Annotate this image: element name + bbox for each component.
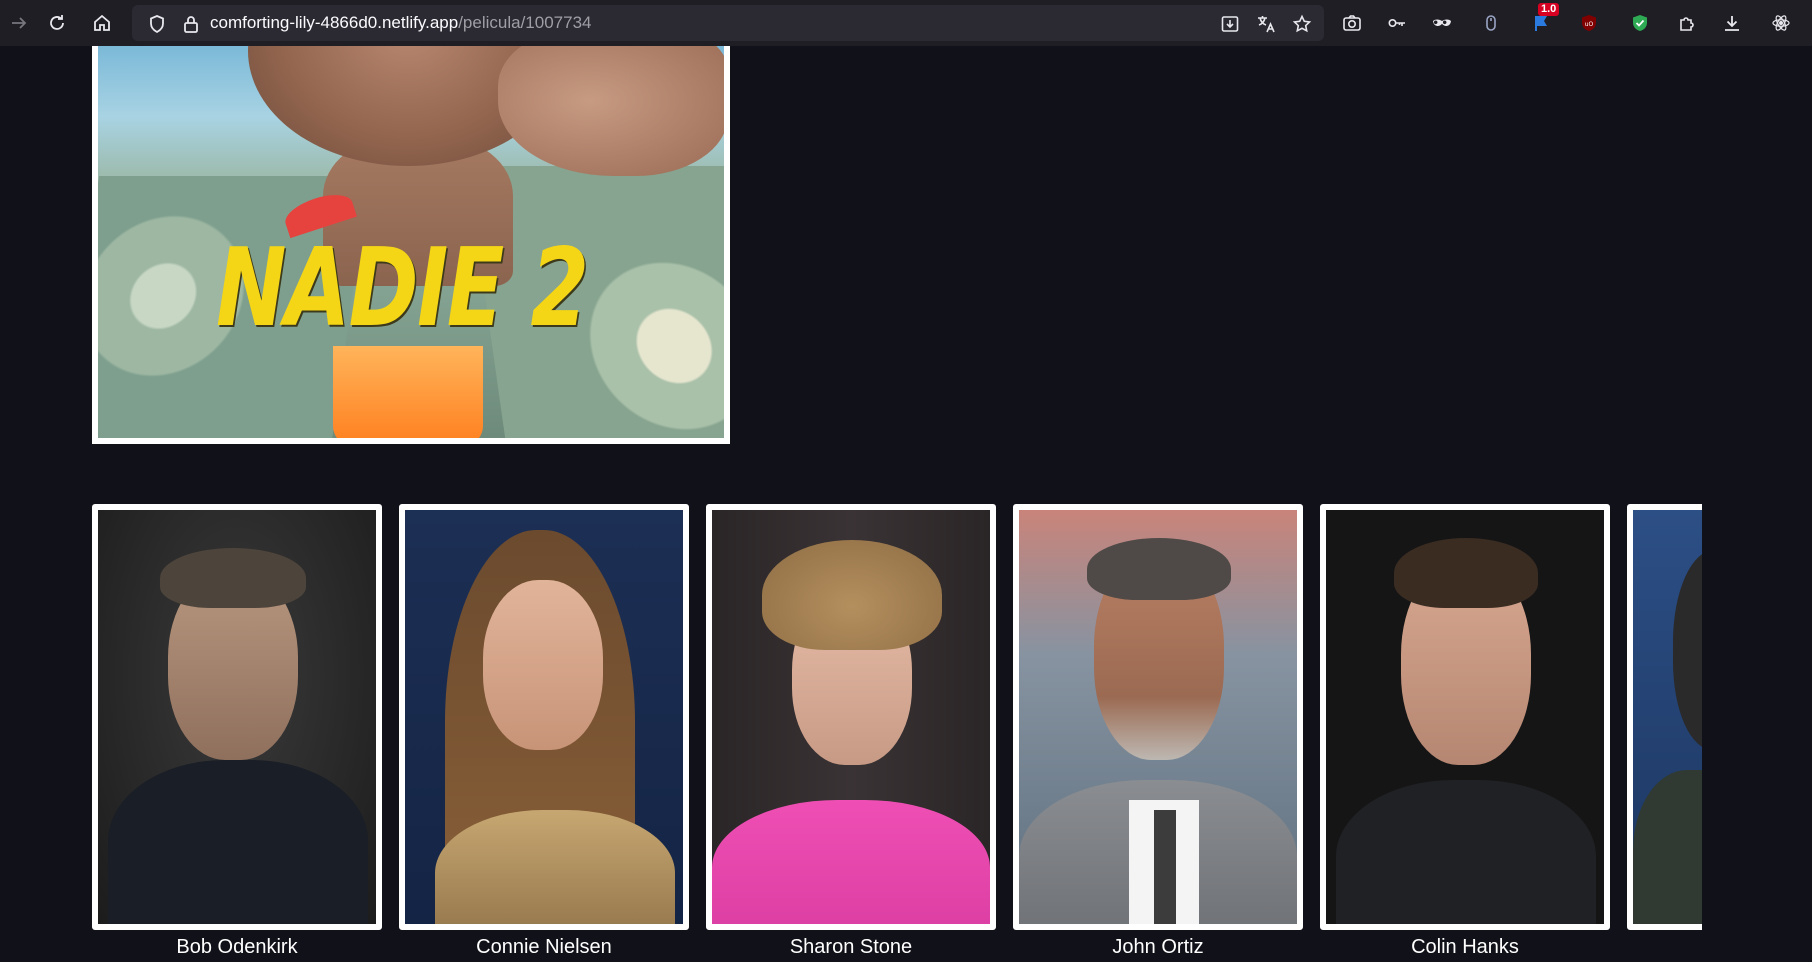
install-icon[interactable] [1212,5,1248,43]
cast-card[interactable]: John Ortiz [1013,504,1303,959]
shield-check-extension-icon[interactable] [1621,4,1659,42]
cast-name: Connie Nielsen [476,936,612,958]
cast-name: John Ortiz [1112,936,1204,958]
cast-card[interactable]: Bob Odenkirk [92,504,382,959]
poster-image: NADIE 2 [98,46,724,438]
cast-photo [1627,504,1702,930]
bookmark-star-icon[interactable] [1284,5,1320,43]
url-text[interactable]: comforting-lily-4866d0.netlify.app/pelic… [210,13,591,33]
screenshot-icon[interactable] [1333,4,1371,42]
flag-extension-icon[interactable]: 1.0 [1522,3,1560,42]
cast-card[interactable] [1627,504,1702,930]
translate-icon[interactable] [1248,5,1284,43]
movie-poster: NADIE 2 [92,46,730,444]
shield-icon[interactable] [138,5,176,43]
extension-badge: 1.0 [1538,3,1560,16]
address-bar[interactable]: comforting-lily-4866d0.netlify.app/pelic… [132,5,1324,41]
cast-card[interactable]: Sharon Stone [706,504,996,959]
cast-list: Bob Odenkirk Connie Nielsen Sharon Stone [92,504,1702,962]
cast-card[interactable]: Colin Hanks [1320,504,1610,959]
downloads-icon[interactable] [1713,4,1751,42]
url-host: comforting-lily-4866d0.netlify.app [210,13,459,32]
cast-card[interactable]: Connie Nielsen [399,504,689,959]
cast-photo [706,504,996,930]
reload-icon[interactable] [38,4,76,42]
mouse-extension-icon[interactable] [1472,4,1510,42]
url-path: /pelicula/1007734 [458,13,592,32]
poster-title: NADIE 2 [216,226,589,351]
cast-photo [1013,504,1303,930]
extensions-puzzle-icon[interactable] [1668,4,1706,42]
cast-name: Sharon Stone [789,936,913,958]
home-icon[interactable] [83,4,121,42]
svg-text:uO: uO [1585,21,1594,28]
ublock-icon[interactable]: uO [1570,4,1608,42]
cast-photo [399,504,689,930]
cast-name: Colin Hanks [1411,936,1519,958]
react-icon[interactable] [1762,4,1800,42]
mask-icon[interactable] [1423,4,1461,42]
forward-icon[interactable] [0,4,38,42]
cast-photo [1320,504,1610,930]
cast-photo [92,504,382,930]
key-icon[interactable] [1378,4,1416,42]
lock-icon[interactable] [172,5,210,43]
cast-name: Bob Odenkirk [176,936,298,958]
browser-toolbar: comforting-lily-4866d0.netlify.app/pelic… [0,0,1812,46]
